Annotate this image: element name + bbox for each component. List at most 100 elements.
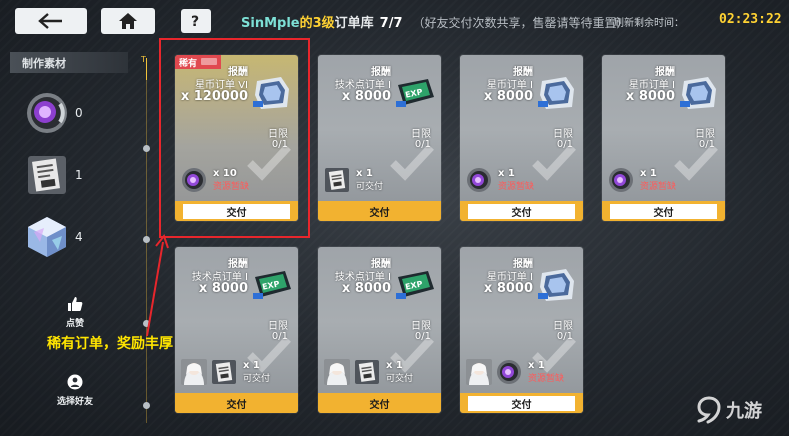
timeline-dot	[143, 145, 150, 152]
requirement-row: x 1 可交付	[324, 357, 413, 387]
coin-crate-icon	[678, 75, 720, 111]
document-item-icon[interactable]	[354, 359, 380, 385]
exp-chip-icon: EXP	[394, 75, 436, 111]
deliver-button[interactable]: 交付	[460, 393, 583, 413]
deliver-button-label: 交付	[610, 203, 717, 219]
requirement-info: x 1 资源暂缺	[498, 168, 534, 192]
friend-avatar-icon	[324, 359, 350, 385]
exp-chip-icon: EXP	[251, 267, 293, 303]
title-text: 订单库	[334, 16, 374, 31]
requirement-status: 可交付	[386, 374, 414, 384]
materials-header: 制作素材	[10, 52, 128, 73]
purple-orb-icon	[24, 90, 70, 136]
requirement-row: x 1 资源暂缺	[466, 165, 534, 195]
friend-avatar-icon	[181, 359, 207, 385]
order-card[interactable]: 报酬 技术点订单 Ix 8000 EXP 日限 0/1 x 1 可交付 交付	[318, 55, 441, 221]
purple-orb-icon[interactable]	[466, 167, 492, 193]
reward-quantity: x 8000	[341, 89, 391, 104]
purple-orb-icon[interactable]	[496, 359, 522, 385]
requirement-info: x 1 可交付	[243, 360, 270, 384]
refresh-label: 刷新剩余时间：	[614, 18, 684, 29]
deliver-button-label: 交付	[468, 395, 575, 411]
material-slot-2[interactable]: 1	[24, 152, 124, 208]
requirement-info: x 1 可交付	[356, 168, 383, 192]
requirement-quantity: x 1	[243, 360, 260, 371]
reward-quantity: x 8000	[483, 89, 533, 104]
select-friend-button[interactable]: 选择好友	[40, 374, 110, 407]
reward-quantity: x 8000	[341, 281, 391, 296]
refresh-timer: 02:23:22	[719, 12, 782, 27]
daily-limit-label: 日限	[268, 321, 288, 332]
daily-limit-label: 日限	[553, 129, 573, 140]
deliver-button[interactable]: 交付	[318, 201, 441, 221]
coin-crate-icon	[536, 75, 578, 111]
deliver-button-label: 交付	[369, 207, 390, 219]
select-friend-label: 选择好友	[56, 397, 93, 407]
rare-order-highlight	[159, 38, 310, 238]
requirement-info: x 1 资源暂缺	[528, 360, 564, 384]
reward-quantity: x 8000	[198, 281, 248, 296]
requirement-row: x 1 可交付	[181, 357, 270, 387]
share-note: （好友交付次数共享，售罄请等待重置）	[412, 16, 629, 30]
material-count: 4	[75, 230, 83, 244]
daily-limit-value: 0/1	[698, 139, 715, 150]
material-count: 0	[75, 106, 83, 120]
friend-icon	[67, 374, 83, 390]
requirement-quantity: x 1	[640, 168, 657, 179]
like-button[interactable]: 点赞	[40, 296, 110, 329]
material-slot-3[interactable]: 4	[24, 214, 124, 270]
document-item-icon	[24, 152, 70, 198]
thumbs-up-icon	[68, 297, 83, 311]
question-icon: ?	[191, 14, 199, 29]
requirement-quantity: x 1	[356, 168, 373, 179]
requirement-quantity: x 1	[498, 168, 515, 179]
daily-limit-label: 日限	[411, 129, 431, 140]
help-button[interactable]: ?	[181, 9, 211, 33]
order-card[interactable]: 报酬 星币订单 Ix 8000 日限 0/1 x 1 资源暂缺 交付	[460, 247, 583, 413]
order-level: 的3级	[299, 16, 335, 31]
daily-limit-label: 日限	[553, 321, 573, 332]
top-bar: ? SinMple的3级订单库 7/7 （好友交付次数共享，售罄请等待重置） 刷新剩…	[0, 0, 789, 42]
requirement-info: x 1 可交付	[386, 360, 413, 384]
order-card[interactable]: 报酬 技术点订单 Ix 8000 EXP 日限 0/1 x 1 可交付 交付	[175, 247, 298, 413]
daily-limit-label: 日限	[411, 321, 431, 332]
order-card[interactable]: 报酬 技术点订单 Ix 8000 EXP 日限 0/1 x 1 可交付 交付	[318, 247, 441, 413]
reward-quantity: x 8000	[625, 89, 675, 104]
deliver-button[interactable]: 交付	[175, 393, 298, 413]
requirement-status: 资源暂缺	[640, 182, 677, 192]
reward-quantity: x 8000	[483, 281, 533, 296]
requirement-status: 资源暂缺	[528, 374, 565, 384]
requirement-status: 可交付	[356, 182, 384, 192]
home-button[interactable]	[101, 8, 155, 34]
deliver-button[interactable]: 交付	[460, 201, 583, 221]
order-count: 7/7	[379, 16, 403, 31]
deliver-button-label: 交付	[369, 399, 390, 411]
order-card[interactable]: 报酬 星币订单 Ix 8000 日限 0/1 x 1 资源暂缺 交付	[602, 55, 725, 221]
page-title: SinMple的3级订单库 7/7 （好友交付次数共享，售罄请等待重置）	[241, 12, 629, 31]
deliver-button-label: 交付	[468, 203, 575, 219]
daily-limit-value: 0/1	[414, 139, 431, 150]
daily-limit-value: 0/1	[556, 331, 573, 342]
requirement-quantity: x 1	[528, 360, 545, 371]
deliver-button[interactable]: 交付	[602, 201, 725, 221]
nine-game-logo-icon	[697, 396, 721, 424]
requirement-row: x 1 资源暂缺	[466, 357, 564, 387]
requirement-status: 资源暂缺	[498, 182, 535, 192]
back-button[interactable]	[15, 8, 87, 34]
svg-text:?: ?	[191, 14, 199, 29]
purple-orb-icon[interactable]	[608, 167, 634, 193]
timeline-dot	[143, 402, 150, 409]
document-item-icon[interactable]	[324, 167, 350, 193]
requirement-status: 可交付	[243, 374, 271, 384]
timeline-marker: T	[141, 55, 146, 64]
material-slot-1[interactable]: 0	[24, 90, 124, 146]
order-card[interactable]: 报酬 星币订单 Ix 8000 日限 0/1 x 1 资源暂缺 交付	[460, 55, 583, 221]
owner-username: SinMple	[241, 16, 300, 31]
annotation-arrow	[146, 233, 169, 337]
daily-limit-value: 0/1	[556, 139, 573, 150]
requirement-quantity: x 1	[386, 360, 403, 371]
deliver-button[interactable]: 交付	[318, 393, 441, 413]
daily-limit-label: 日限	[695, 129, 715, 140]
like-label: 点赞	[65, 319, 84, 329]
document-item-icon[interactable]	[211, 359, 237, 385]
